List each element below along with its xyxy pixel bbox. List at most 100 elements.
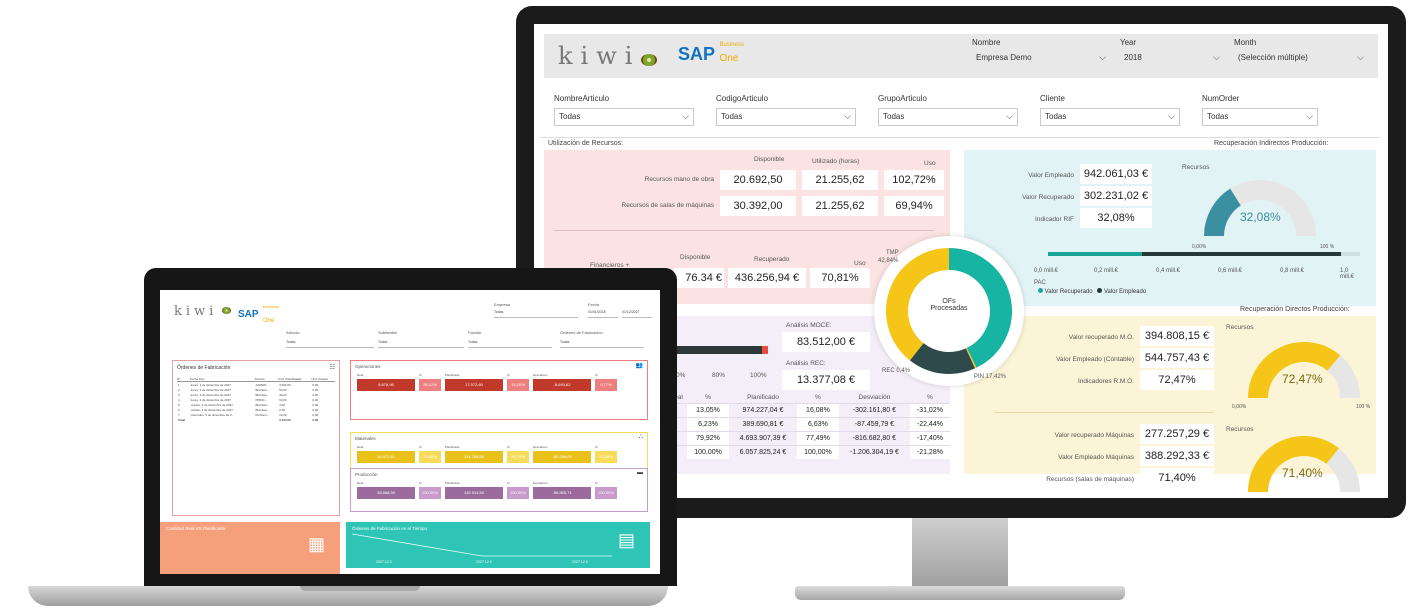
table-cell: 77,49% bbox=[796, 431, 840, 446]
filter-month-select[interactable]: (Selección múltiple) ⌵ bbox=[1234, 50, 1368, 68]
metric-card: Producción ▬ Real 35.568,99% 100,00% Planific… bbox=[350, 468, 648, 512]
gauge-mo bbox=[1248, 342, 1360, 399]
table-cell: -21,28% bbox=[909, 445, 950, 459]
filter-grupoarticulo-select[interactable]: Todas ⌵ bbox=[878, 108, 1018, 126]
legend-dot-icon bbox=[1097, 288, 1103, 293]
card-col-header: Real bbox=[357, 373, 364, 377]
table-cell: 6.057.825,24 € bbox=[729, 445, 797, 459]
legend-item: Valor Recuperado bbox=[1044, 289, 1093, 295]
filter-year-select[interactable]: 2018 ⌵ bbox=[1120, 50, 1224, 68]
card-title: Producción bbox=[355, 472, 378, 477]
filter-value: 01/12/2027 bbox=[622, 310, 640, 314]
fecha-to-input[interactable]: 01/12/2027 bbox=[622, 310, 652, 318]
filter-year-value: 2018 bbox=[1124, 53, 1142, 62]
axis-tick: 80% bbox=[712, 372, 726, 379]
sap-logo: SAP Business One bbox=[678, 42, 744, 66]
value-box: 20.692,50 bbox=[720, 170, 796, 190]
gauge-value: 32,08% bbox=[1240, 210, 1281, 224]
filter-ordenes-select[interactable]: Todas bbox=[560, 340, 644, 348]
table-cell: -816.682,80 € bbox=[839, 431, 910, 446]
cantidad-real-title: Cantidad Real VS Planificada bbox=[166, 526, 226, 531]
axis-tick: 0,0 mill.€ bbox=[1034, 268, 1059, 274]
axis-tick: 2027 12 3 bbox=[376, 560, 392, 564]
filter-nombre-select[interactable]: Empresa Demo ⌵ bbox=[972, 50, 1110, 68]
table-body: 13,05% 974.227,04 €16,08% -302.161,80 € -31… bbox=[670, 403, 950, 459]
filter-label-grupoarticulo: GrupoArticulo bbox=[878, 94, 927, 103]
card-value: 132.514,50 bbox=[445, 487, 503, 499]
filter-value: Todas bbox=[559, 112, 581, 121]
legend-prefix: PAC bbox=[1034, 280, 1046, 286]
donut-slice[interactable] bbox=[909, 342, 975, 374]
table-row: 100,00% 6.057.825,24 €100,00% -1.206.304,1… bbox=[670, 445, 950, 459]
value-box: 69,94% bbox=[884, 196, 944, 216]
table-cell bbox=[190, 417, 255, 422]
table-cell: 79,92% bbox=[686, 431, 730, 446]
filter-label-nombre: Nombre bbox=[972, 38, 1001, 47]
card-col-header: % bbox=[507, 373, 510, 377]
row-label: Valor Recuperado bbox=[1022, 194, 1074, 201]
fecha-from-input[interactable]: 01/01/2018 bbox=[588, 310, 618, 318]
filter-label-familia: Familia bbox=[468, 330, 481, 335]
table-cell: 16,08% bbox=[796, 403, 840, 418]
card-value: 17.572,60 bbox=[445, 379, 503, 391]
col-disponible: Disponible bbox=[680, 254, 711, 261]
table-cell: -22,44% bbox=[909, 417, 950, 432]
card-col-header: % bbox=[507, 445, 510, 449]
filter-familia-select[interactable]: Todas bbox=[468, 340, 552, 348]
table-cell: 6,63% bbox=[796, 417, 840, 432]
gauge-min: 0,00% bbox=[1232, 404, 1247, 410]
filter-value: Todas bbox=[378, 340, 388, 344]
value-box: 942.061,03 € bbox=[1080, 164, 1152, 184]
card-col-header: Real bbox=[357, 481, 364, 485]
table-cell: -302.161,80 € bbox=[839, 403, 910, 418]
filter-articulo-select[interactable]: Todas bbox=[286, 340, 374, 348]
row-label: Valor Empleado Máquinas bbox=[1058, 454, 1134, 461]
axis-tick: 0,6 mill.€ bbox=[1218, 268, 1243, 274]
kiwi-logo-text: kiwi bbox=[558, 42, 641, 70]
table-row: 13,05% 974.227,04 €16,08% -302.161,80 € -31… bbox=[670, 403, 950, 418]
table-cell: 100,00% bbox=[796, 445, 840, 459]
filter-codigoarticulo-select[interactable]: Todas ⌵ bbox=[716, 108, 856, 126]
laptop-screen: kiwi SAP Business One Empresa Todas Fech… bbox=[160, 290, 660, 574]
filter-value: Todas bbox=[883, 112, 905, 121]
sap-logo-text: SAP bbox=[678, 44, 716, 64]
table-cell: 3.124,00 bbox=[279, 417, 291, 422]
axis-tick: 0,4 mill.€ bbox=[1156, 268, 1181, 274]
col-utilizado: Utilizado (horas) bbox=[812, 158, 860, 165]
card-title: Materiales bbox=[355, 436, 376, 441]
filter-subfamilia-select[interactable]: Todas bbox=[378, 340, 464, 348]
donut-center: OFs Procesadas bbox=[874, 298, 1024, 312]
donut-slice[interactable] bbox=[965, 347, 977, 369]
donut-center-line2: Procesadas bbox=[930, 305, 968, 312]
col-disponible: Disponible bbox=[754, 156, 785, 163]
filter-nombrearticulo-select[interactable]: Todas ⌵ bbox=[554, 108, 694, 126]
filter-cliente-select[interactable]: Todas ⌵ bbox=[1040, 108, 1180, 126]
kiwi-logo: kiwi bbox=[174, 302, 231, 320]
axis-tick: 0,8 mill.€ bbox=[1280, 268, 1305, 274]
card-col-header: % bbox=[507, 481, 510, 485]
monitor-stand-neck bbox=[912, 518, 1008, 588]
card-col-header: Planificado bbox=[445, 481, 460, 485]
table-row[interactable]: Total 3.124,00 0,00 bbox=[177, 417, 335, 422]
card-value: 74,89% bbox=[419, 451, 441, 463]
card-col-header: % bbox=[595, 373, 598, 377]
filter-label-nombrearticulo: NombreArticulo bbox=[554, 94, 610, 103]
card-value: -96.965,71 bbox=[533, 487, 591, 499]
table-cell: 974.227,04 € bbox=[729, 403, 797, 418]
chevron-down-icon: ⌵ bbox=[1168, 111, 1175, 121]
value-box: 102,72% bbox=[884, 170, 944, 190]
chevron-down-icon: ⌵ bbox=[1213, 52, 1220, 62]
gauge-title: Recursos bbox=[1226, 324, 1254, 331]
filter-value: Todas bbox=[721, 112, 743, 121]
filter-month-value: (Selección múltiple) bbox=[1238, 53, 1308, 62]
filter-value: Todas bbox=[1207, 112, 1229, 121]
row-label: Recursos mano de obra bbox=[644, 176, 714, 183]
card-col-header: % bbox=[419, 445, 422, 449]
filter-empresa-select[interactable]: Todas bbox=[494, 310, 578, 318]
kiwi-fruit-icon bbox=[640, 53, 657, 66]
filter-numorder-select[interactable]: Todas ⌵ bbox=[1202, 108, 1318, 126]
gauge-indirectos bbox=[1204, 180, 1316, 237]
donut-label: PIN 17,42% bbox=[974, 374, 1007, 380]
legend-dot-icon bbox=[1038, 288, 1043, 293]
card-value: 34.472,61 bbox=[357, 451, 415, 463]
